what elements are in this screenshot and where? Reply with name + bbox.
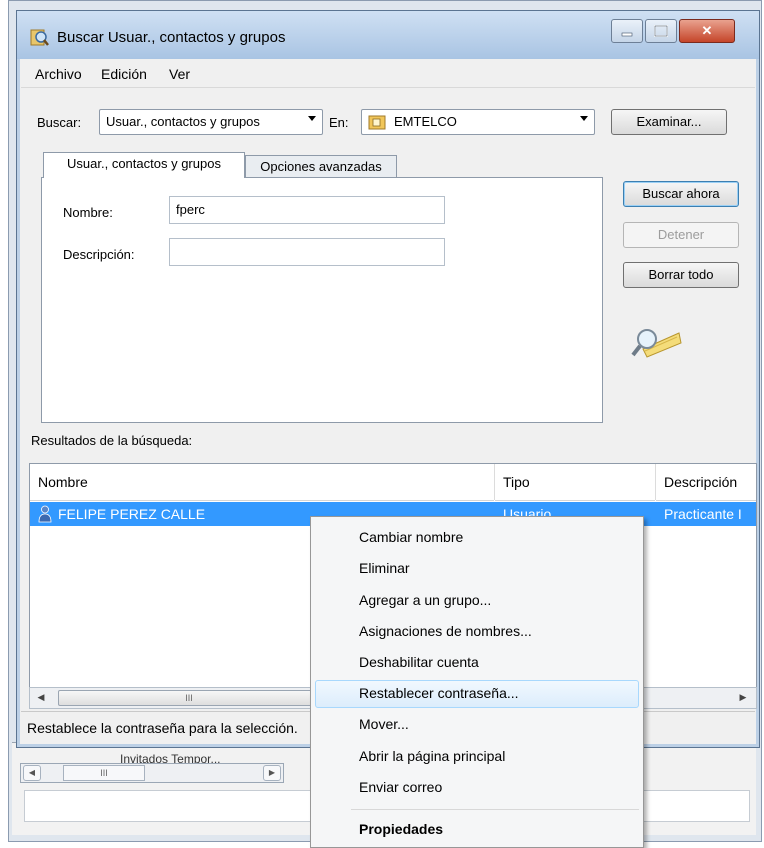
column-header-tipo[interactable]: Tipo (495, 464, 655, 501)
search-animation-icon (631, 329, 682, 358)
directory-search-icon (30, 29, 49, 46)
minimize-icon (621, 32, 633, 37)
row-nombre: FELIPE PEREZ CALLE (58, 506, 206, 522)
menu-archivo[interactable]: Archivo (35, 66, 82, 82)
buscar-value: Usuar., contactos y grupos (106, 114, 260, 129)
background-scrollbar[interactable]: ◀ III ▶ (20, 763, 284, 783)
status-text: Restablece la contraseña para la selecci… (27, 720, 298, 736)
borrar-todo-button[interactable]: Borrar todo (623, 262, 739, 288)
close-icon: ✕ (701, 23, 713, 38)
scroll-thumb[interactable]: III (63, 765, 145, 781)
detener-button[interactable]: Detener (623, 222, 739, 248)
user-icon (38, 505, 52, 523)
tab-usuarios[interactable]: Usuar., contactos y grupos (43, 152, 245, 178)
menu-item-eliminar[interactable]: Eliminar (311, 554, 643, 584)
menu-item-deshabilitar[interactable]: Deshabilitar cuenta (311, 648, 643, 678)
menu-edicion[interactable]: Edición (101, 66, 147, 82)
scroll-right-icon[interactable]: ▶ (263, 765, 281, 781)
window-title: Buscar Usuar., contactos y grupos (57, 29, 286, 46)
menu-item-abrir-pagina[interactable]: Abrir la página principal (311, 742, 643, 772)
buscar-label: Buscar: (37, 115, 82, 130)
scroll-left-icon[interactable]: ◀ (23, 765, 41, 781)
buscar-select[interactable]: Usuar., contactos y grupos (99, 109, 323, 135)
context-menu: Cambiar nombre Eliminar Agregar a un gru… (310, 516, 644, 848)
column-header-descripcion[interactable]: Descripción (656, 464, 756, 501)
chevron-down-icon (308, 116, 316, 121)
nombre-label: Nombre: (63, 205, 113, 220)
menu-separator (351, 809, 639, 810)
close-button[interactable]: ✕ (679, 19, 735, 43)
menu-bar: Archivo Edición Ver (21, 61, 755, 88)
menu-item-agregar-grupo[interactable]: Agregar a un grupo... (311, 586, 643, 616)
domain-folder-icon (368, 115, 386, 130)
en-value: EMTELCO (394, 114, 457, 129)
menu-item-enviar-correo[interactable]: Enviar correo (311, 773, 643, 803)
en-label: En: (329, 115, 349, 130)
buscar-ahora-button[interactable]: Buscar ahora (623, 181, 739, 207)
examinar-button[interactable]: Examinar... (611, 109, 727, 135)
row-descripcion: Practicante I (664, 506, 742, 522)
descripcion-label: Descripción: (63, 247, 135, 262)
chevron-down-icon (580, 116, 588, 121)
menu-item-mover[interactable]: Mover... (311, 710, 643, 740)
menu-item-asignaciones[interactable]: Asignaciones de nombres... (311, 617, 643, 647)
en-select[interactable]: EMTELCO (361, 109, 595, 135)
menu-item-cambiar-nombre[interactable]: Cambiar nombre (311, 523, 643, 553)
nombre-input[interactable]: fperc (169, 196, 445, 224)
scroll-left-icon[interactable]: ◀ (34, 690, 48, 704)
scroll-right-icon[interactable]: ▶ (736, 690, 750, 704)
minimize-button[interactable] (611, 19, 643, 43)
menu-item-propiedades[interactable]: Propiedades (311, 815, 643, 845)
menu-ver[interactable]: Ver (169, 66, 190, 82)
maximize-button[interactable] (645, 19, 677, 43)
nombre-value: fperc (176, 202, 205, 217)
descripcion-input[interactable] (169, 238, 445, 266)
column-header-nombre[interactable]: Nombre (30, 464, 494, 501)
title-bar: Buscar Usuar., contactos y grupos ✕ (17, 11, 759, 59)
maximize-icon (654, 25, 668, 37)
menu-item-restablecer-contrasena[interactable]: Restablecer contraseña... (311, 679, 643, 709)
tab-opciones-avanzadas[interactable]: Opciones avanzadas (245, 155, 397, 178)
scroll-thumb[interactable]: III (58, 690, 320, 706)
results-label: Resultados de la búsqueda: (31, 433, 193, 448)
